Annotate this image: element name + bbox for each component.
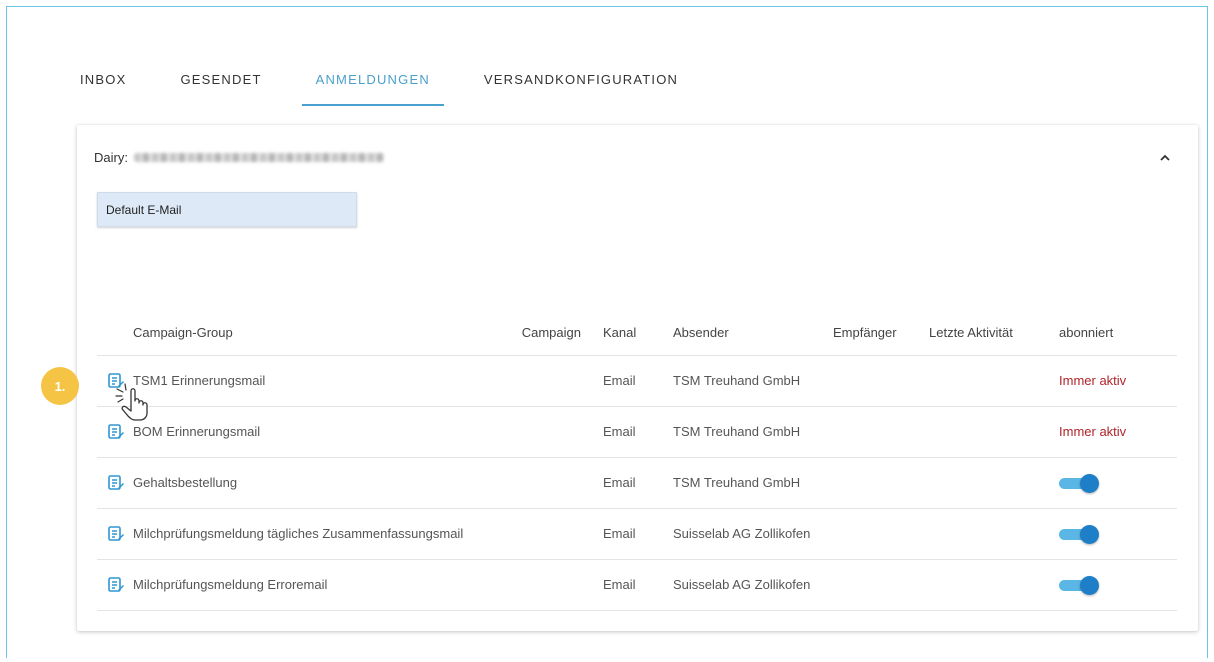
row-absender: Suisselab AG Zollikofen [673,508,833,560]
row-kanal: Email [603,355,673,407]
dairy-label: Dairy: [94,150,128,165]
row-empfaenger [833,559,919,611]
header-kanal: Kanal [603,310,673,356]
edit-document-icon[interactable] [107,423,125,441]
header-abonniert: abonniert [1059,310,1177,356]
tab-anmeldungen[interactable]: ANMELDUNGEN [301,72,445,106]
row-kanal: Email [603,508,673,560]
row-campaign-group: BOM Erinnerungsmail [133,406,503,458]
row-empfaenger [833,355,919,407]
header-absender: Absender [673,310,833,356]
row-absender: TSM Treuhand GmbH [673,406,833,458]
row-absender: Suisselab AG Zollikofen [673,559,833,611]
row-campaign-group: Milchprüfungsmeldung tägliches Zusammenf… [133,508,503,560]
subscriptions-card: Dairy: Default E-Mail Campaign-Group Cam… [77,125,1198,631]
row-campaign [503,559,603,611]
subscription-toggle[interactable] [1059,575,1099,595]
step-badge: 1. [41,367,79,405]
edit-document-icon[interactable] [107,576,125,594]
hand-pointer-icon [115,383,148,421]
redacted-dairy-name [133,153,384,162]
row-absender: TSM Treuhand GmbH [673,457,833,509]
row-empfaenger [833,457,919,509]
immer-aktiv-label: Immer aktiv [1059,373,1127,388]
row-campaign-group: TSM1 Erinnerungsmail [133,355,503,407]
subscriptions-table: Campaign-Group Campaign Kanal Absender E… [97,310,1177,611]
edit-document-icon[interactable] [107,525,125,543]
row-kanal: Email [603,559,673,611]
subscription-toggle[interactable] [1059,473,1099,493]
table-row: Milchprüfungsmeldung tägliches Zusammenf… [97,508,1177,560]
row-letzte-aktivitaet [919,508,1059,560]
header-campaign-group: Campaign-Group [133,310,503,356]
header-letzte-aktivitaet: Letzte Aktivität [919,310,1059,356]
table-row: TSM1 Erinnerungsmail Email TSM Treuhand … [97,355,1177,407]
row-campaign-group: Gehaltsbestellung [133,457,503,509]
row-campaign [503,508,603,560]
table-row: BOM Erinnerungsmail Email TSM Treuhand G… [97,406,1177,458]
row-letzte-aktivitaet [919,406,1059,458]
edit-document-icon[interactable] [107,474,125,492]
table-row: Gehaltsbestellung Email TSM Treuhand Gmb… [97,457,1177,509]
header-empfaenger: Empfänger [833,310,919,356]
row-campaign [503,457,603,509]
email-profile-dropdown[interactable]: Default E-Mail [97,192,357,227]
header-campaign: Campaign [503,310,603,356]
row-letzte-aktivitaet [919,457,1059,509]
row-kanal: Email [603,406,673,458]
chevron-up-icon[interactable] [1160,149,1170,164]
row-letzte-aktivitaet [919,559,1059,611]
row-campaign [503,406,603,458]
dairy-header: Dairy: [94,150,384,165]
row-letzte-aktivitaet [919,355,1059,407]
row-kanal: Email [603,457,673,509]
tab-versandkonfiguration[interactable]: VERSANDKONFIGURATION [484,72,678,106]
subscription-toggle[interactable] [1059,524,1099,544]
row-campaign [503,355,603,407]
table-row: Milchprüfungsmeldung Erroremail Email Su… [97,559,1177,611]
row-absender: TSM Treuhand GmbH [673,355,833,407]
table-header-row: Campaign-Group Campaign Kanal Absender E… [97,310,1177,356]
row-empfaenger [833,406,919,458]
immer-aktiv-label: Immer aktiv [1059,424,1127,439]
tab-bar: INBOX GESENDET ANMELDUNGEN VERSANDKONFIG… [80,72,732,106]
tab-inbox[interactable]: INBOX [80,72,126,106]
row-campaign-group: Milchprüfungsmeldung Erroremail [133,559,503,611]
row-empfaenger [833,508,919,560]
tab-gesendet[interactable]: GESENDET [180,72,261,106]
